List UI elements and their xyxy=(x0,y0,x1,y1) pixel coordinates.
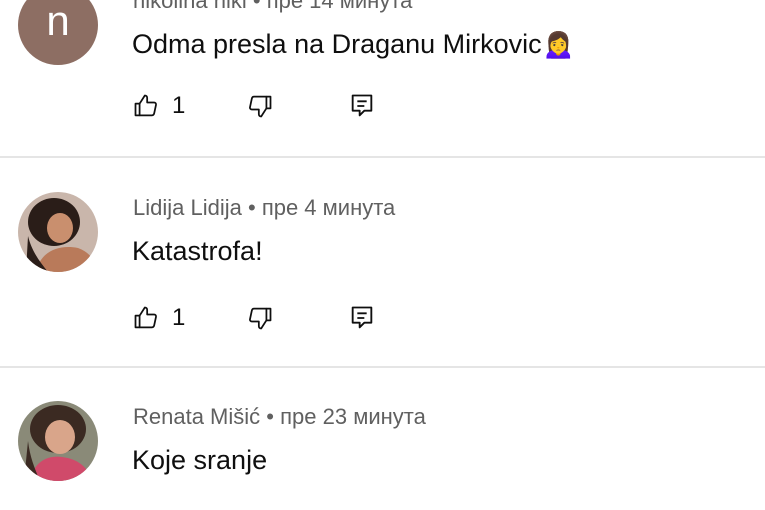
comment-time[interactable]: пре 14 минута xyxy=(267,0,413,13)
reply-button[interactable] xyxy=(348,304,376,332)
comment-divider xyxy=(0,366,765,368)
thumbs-up-icon xyxy=(134,94,157,117)
comment-author[interactable]: Renata Mišić xyxy=(133,404,260,429)
dislike-button[interactable] xyxy=(246,304,274,332)
thumbs-down-icon xyxy=(249,95,272,118)
comment-meta: nikolina niki • пре 14 минута xyxy=(133,0,412,14)
meta-separator: • xyxy=(266,404,274,429)
reply-icon xyxy=(351,306,373,329)
profile-photo-icon xyxy=(18,401,98,481)
profile-photo-icon xyxy=(18,192,98,272)
comment-author[interactable]: Lidija Lidija xyxy=(133,195,242,220)
like-count: 1 xyxy=(172,92,186,119)
meta-separator: • xyxy=(252,0,261,13)
comment-time[interactable]: пре 4 минута xyxy=(262,195,395,220)
avatar-letter: n xyxy=(46,0,70,44)
dislike-button[interactable] xyxy=(246,92,274,120)
comment-text: Katastrofa! xyxy=(132,236,263,266)
reply-button[interactable] xyxy=(348,92,376,120)
comment-meta: Renata Mišić • пре 23 минута xyxy=(133,404,426,430)
avatar[interactable] xyxy=(18,192,98,272)
thumbs-up-icon xyxy=(134,306,157,329)
comment-author[interactable]: nikolina niki xyxy=(133,0,247,13)
like-count: 1 xyxy=(172,304,186,331)
comment-text: Odma presla na Draganu Mirkovic🙍‍♀️ xyxy=(132,29,576,59)
comment-time[interactable]: пре 23 минута xyxy=(280,404,426,429)
comment-divider xyxy=(0,156,765,158)
thumbs-down-icon xyxy=(249,307,272,330)
avatar[interactable] xyxy=(18,401,98,481)
comment-meta: Lidija Lidija • пре 4 минута xyxy=(133,195,395,221)
comment-text: Koje sranje xyxy=(132,445,268,475)
avatar[interactable]: n xyxy=(18,0,98,65)
like-button[interactable]: 1 xyxy=(132,304,185,332)
meta-separator: • xyxy=(247,195,256,220)
like-button[interactable]: 1 xyxy=(132,92,185,120)
reply-icon xyxy=(351,94,373,117)
